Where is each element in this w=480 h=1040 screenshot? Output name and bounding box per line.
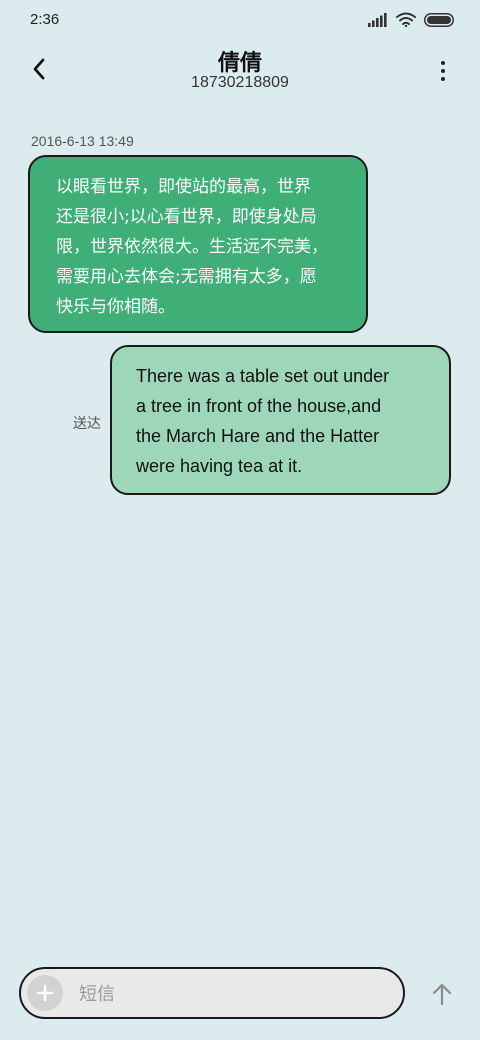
status-icons	[368, 12, 454, 27]
message-line: 以眼看世界，即使站的最高，世界	[56, 177, 311, 197]
signal-icon	[368, 12, 387, 27]
outgoing-message-bubble[interactable]: There was a table set out under a tree i…	[110, 345, 451, 495]
message-line: the March Hare and the Hatter	[136, 426, 380, 446]
sms-input[interactable]	[77, 975, 381, 1013]
delivery-status: 送达	[73, 416, 101, 432]
more-vert-icon	[441, 61, 445, 81]
message-line: a tree in front of the house,and	[136, 396, 382, 416]
wifi-icon	[396, 12, 416, 27]
status-time: 2:36	[30, 11, 60, 28]
message-line: were having tea at it.	[136, 456, 303, 476]
status-bar: 2:36	[0, 0, 480, 40]
more-button[interactable]	[428, 56, 458, 86]
message-timestamp: 2016-6-13 13:49	[31, 133, 134, 149]
add-attachment-button[interactable]	[27, 975, 63, 1011]
message-line: 需要用心去体会;无需拥有太多，愿	[56, 267, 317, 287]
message-line: There was a table set out under	[136, 366, 390, 386]
contact-name: 倩倩	[217, 51, 262, 76]
message-line: 限，世界依然很大。生活远不完美，	[56, 237, 328, 257]
send-arrow-icon	[432, 983, 452, 1005]
contact-number: 18730218809	[191, 74, 289, 91]
plus-icon	[36, 984, 54, 1002]
incoming-message-bubble[interactable]: 以眼看世界，即使站的最高，世界 还是很小;以心看世界，即使身处局 限，世界依然很…	[28, 155, 368, 333]
message-line: 还是很小;以心看世界，即使身处局	[56, 207, 317, 227]
message-line: 快乐与你相随。	[56, 297, 175, 317]
send-button[interactable]	[428, 980, 456, 1008]
battery-icon	[424, 12, 454, 27]
message-composer	[19, 967, 405, 1019]
header: 倩倩 18730218809	[0, 40, 480, 110]
